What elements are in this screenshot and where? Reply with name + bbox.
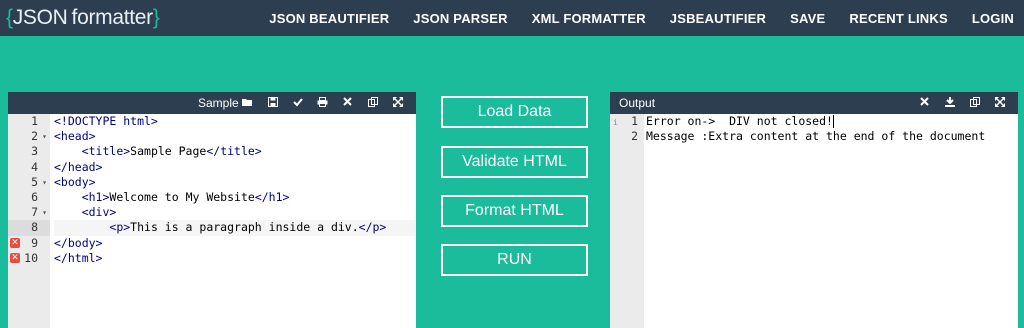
- output-title: Output: [619, 96, 656, 110]
- nav-save[interactable]: SAVE: [790, 11, 825, 26]
- editor-title: Sample: [198, 96, 239, 110]
- fullscreen-icon[interactable]: [987, 96, 1012, 110]
- logo-formatter: formatter: [71, 6, 154, 29]
- output-lines[interactable]: Error on-> DIV not closed! Message :Extr…: [646, 114, 1018, 144]
- code-line: </head>: [54, 159, 103, 174]
- format-html-button[interactable]: Format HTML: [441, 195, 588, 227]
- info-icon: i: [613, 118, 618, 127]
- gutter-line: ✕ 10: [10, 250, 38, 265]
- fullscreen-icon[interactable]: [385, 96, 410, 110]
- html-editor-panel: Sample 1 2 ▾ 3 4 5 ▾ 6 7 ▾ 8 ✕ 9 ✕ 10 <!…: [8, 92, 416, 328]
- gutter-line: 6: [31, 189, 38, 204]
- fold-arrow-icon[interactable]: ▾: [42, 205, 47, 220]
- output-gutter: i1 2: [610, 114, 644, 328]
- gutter-line: ✕ 9: [10, 235, 38, 250]
- print-icon[interactable]: [310, 96, 335, 110]
- copy-icon[interactable]: [962, 96, 987, 110]
- folder-open-icon[interactable]: [235, 97, 260, 110]
- code-line: <h1>Welcome to My Website</h1>: [81, 189, 290, 204]
- save-icon[interactable]: [260, 96, 285, 110]
- gutter-line-active: 8: [8, 220, 50, 236]
- run-button[interactable]: RUN: [441, 244, 588, 276]
- close-icon[interactable]: [335, 97, 360, 109]
- validate-html-button[interactable]: Validate HTML: [441, 146, 588, 178]
- output-line: Message :Extra content at the end of the…: [646, 129, 986, 144]
- fold-arrow-icon[interactable]: ▾: [42, 129, 47, 144]
- nav-login[interactable]: LOGIN: [972, 11, 1014, 26]
- gutter-line: 5 ▾: [31, 174, 47, 190]
- site-logo[interactable]: {JSON formatter}: [6, 4, 160, 32]
- fold-arrow-icon[interactable]: ▾: [42, 175, 47, 190]
- text-cursor: [832, 115, 834, 128]
- editor-lines[interactable]: <!DOCTYPE html> <head> <title>Sample Pag…: [54, 114, 416, 266]
- gutter-line: 3: [31, 144, 38, 159]
- logo-open-brace: {: [6, 6, 13, 29]
- check-icon[interactable]: [285, 97, 310, 110]
- editor-tools: [235, 92, 410, 114]
- code-line: </body>: [54, 235, 103, 250]
- code-line: <div>: [81, 205, 117, 220]
- logo-json: JSON: [12, 6, 68, 29]
- gutter-line: 2 ▾: [31, 129, 47, 144]
- main-nav: JSON BEAUTIFIER JSON PARSER XML FORMATTE…: [269, 0, 1024, 36]
- gutter-line: 2: [631, 129, 638, 144]
- top-navigation-bar: {JSON formatter} JSON BEAUTIFIER JSON PAR…: [0, 0, 1024, 36]
- output-line-text: Error on-> DIV not closed!: [646, 114, 833, 128]
- error-icon[interactable]: ✕: [10, 237, 20, 248]
- output-toolbar: Output: [610, 92, 1018, 114]
- gutter-line: 7 ▾: [31, 205, 47, 220]
- editor-gutter: 1 2 ▾ 3 4 5 ▾ 6 7 ▾ 8 ✕ 9 ✕ 10: [8, 114, 50, 328]
- download-icon[interactable]: [937, 96, 962, 110]
- nav-jsbeautifier[interactable]: JSBEAUTIFIER: [670, 11, 766, 26]
- code-line: <!DOCTYPE html>: [54, 114, 158, 128]
- gutter-line: 1: [31, 114, 38, 128]
- gutter-line: 4: [31, 159, 38, 174]
- load-data-button[interactable]: Load Data: [441, 96, 588, 128]
- editor-code-area[interactable]: 1 2 ▾ 3 4 5 ▾ 6 7 ▾ 8 ✕ 9 ✕ 10 <!DOCTYPE html…: [8, 114, 416, 328]
- code-line: <head>: [54, 129, 96, 144]
- output-tools: [912, 92, 1012, 114]
- output-panel: Output i1 2 Error on-> DIV not closed! M…: [610, 92, 1018, 328]
- nav-recent-links[interactable]: RECENT LINKS: [849, 11, 947, 26]
- code-line-active: <p>This is a paragraph inside a div.</p>: [54, 220, 416, 236]
- gutter-line: i1: [610, 114, 644, 129]
- nav-xml-formatter[interactable]: XML FORMATTER: [532, 11, 646, 26]
- nav-json-beautifier[interactable]: JSON BEAUTIFIER: [269, 11, 389, 26]
- code-line: <body>: [54, 174, 96, 189]
- code-line: <title>Sample Page</title>: [81, 144, 262, 159]
- editor-toolbar: Sample: [8, 92, 416, 114]
- nav-json-parser[interactable]: JSON PARSER: [413, 11, 507, 26]
- error-icon[interactable]: ✕: [10, 252, 20, 263]
- copy-icon[interactable]: [360, 96, 385, 110]
- logo-close-brace: }: [152, 6, 160, 29]
- output-line: Error on-> DIV not closed!: [646, 114, 1018, 129]
- code-line: </html>: [54, 250, 103, 265]
- close-icon[interactable]: [912, 97, 937, 109]
- output-code-area[interactable]: i1 2 Error on-> DIV not closed! Message …: [610, 114, 1018, 328]
